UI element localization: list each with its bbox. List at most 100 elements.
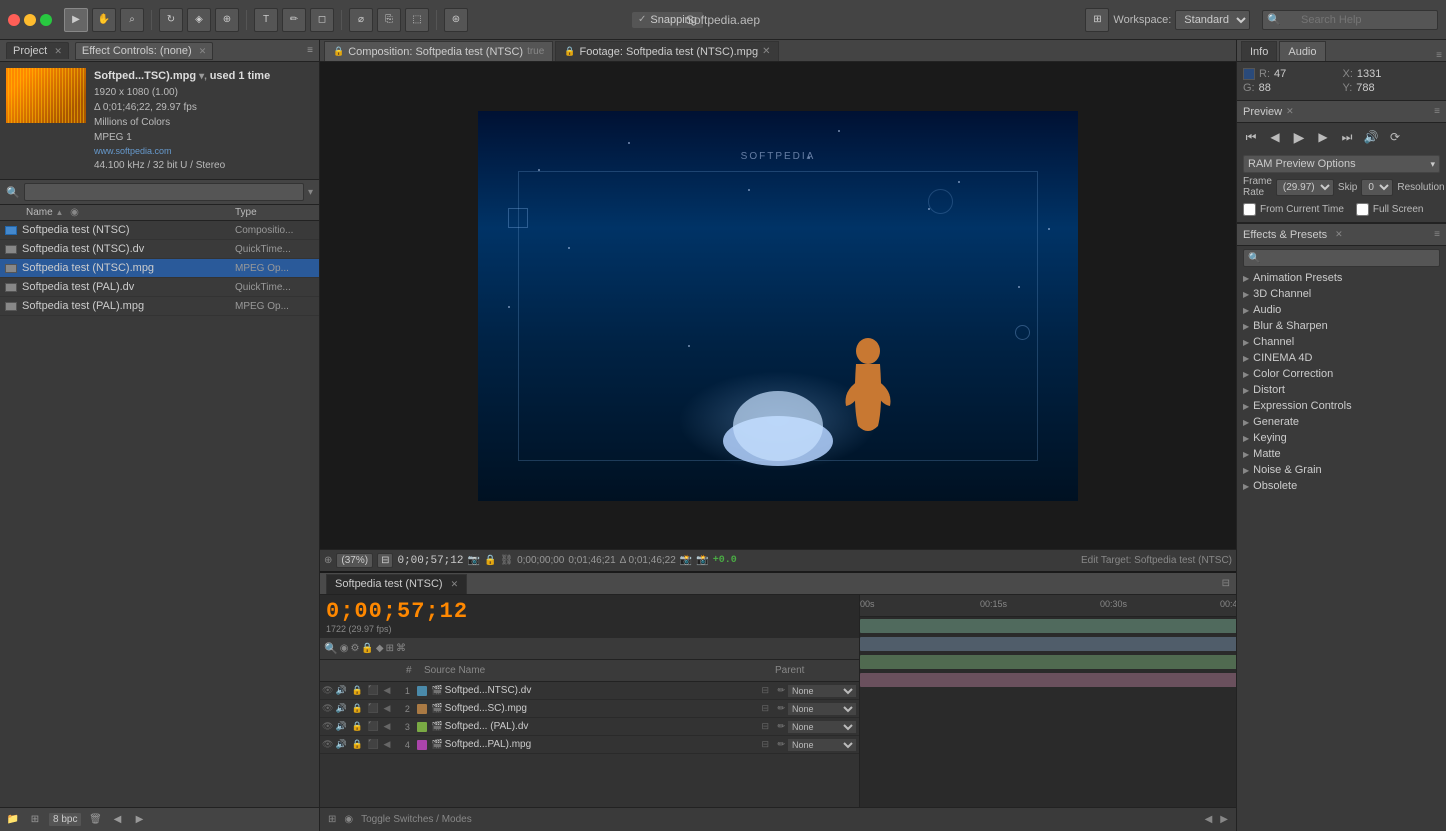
- layer-4-label-icon[interactable]: ◀: [383, 739, 397, 750]
- effects-category-matte[interactable]: ▶ Matte: [1237, 446, 1446, 462]
- skip-fwd-btn[interactable]: ⏭: [1337, 127, 1357, 147]
- layer-row-1[interactable]: 👁 🔊 🔒 ⬛ ◀ 1 🎬 Softped...NTSC).dv ⊟ ✏ Non…: [320, 682, 859, 700]
- comp-timeline-tab[interactable]: Softpedia test (NTSC) ✕: [326, 574, 467, 594]
- layer-1-lock-icon[interactable]: 🔒: [351, 685, 365, 696]
- timeline-tracks[interactable]: 00s 00:15s 00:30s 00:45s 01:00s 01:15s 0…: [860, 595, 1236, 807]
- effects-panel-menu[interactable]: ≡: [1434, 229, 1440, 240]
- effects-search-input[interactable]: [1264, 252, 1435, 264]
- layer-4-pen-icon[interactable]: ✏: [777, 739, 785, 750]
- audio-tab[interactable]: Audio: [1279, 41, 1325, 61]
- project-tab[interactable]: Project ✕: [6, 42, 69, 59]
- workspace-select[interactable]: Standard: [1175, 10, 1250, 30]
- effects-category-expression-controls[interactable]: ▶ Expression Controls: [1237, 398, 1446, 414]
- layer-4-audio-icon[interactable]: 🔊: [335, 739, 349, 750]
- effects-panel-close[interactable]: ✕: [1335, 229, 1343, 240]
- track-row-3[interactable]: [860, 653, 1236, 671]
- layer-2-parent-select[interactable]: None: [787, 702, 857, 716]
- effects-category-audio[interactable]: ▶ Audio: [1237, 302, 1446, 318]
- effects-category-channel[interactable]: ▶ Channel: [1237, 334, 1446, 350]
- footage-tab[interactable]: 🔒 Footage: Softpedia test (NTSC).mpg ✕: [555, 41, 779, 61]
- info-tab[interactable]: Info: [1241, 41, 1277, 61]
- effect-controls-tab[interactable]: Effect Controls: (none) ✕: [75, 42, 213, 60]
- layer-3-label-icon[interactable]: ◀: [383, 721, 397, 732]
- layer-3-lock-icon[interactable]: 🔒: [351, 721, 365, 732]
- comp-tab-close[interactable]: true: [527, 46, 544, 57]
- effects-category-noise-grain[interactable]: ▶ Noise & Grain: [1237, 462, 1446, 478]
- layer-row-2[interactable]: 👁 🔊 🔒 ⬛ ◀ 2 🎬 Softped...SC).mpg ⊟ ✏ None: [320, 700, 859, 718]
- next-page-btn[interactable]: ▶: [130, 811, 148, 829]
- timeline-switch-btn[interactable]: ⊞: [386, 643, 394, 654]
- info-panel-menu[interactable]: ≡: [1436, 50, 1442, 61]
- bpc-badge[interactable]: 8 bpc: [48, 812, 82, 827]
- layer-row-3[interactable]: 👁 🔊 🔒 ⬛ ◀ 3 🎬 Softped... (PAL).dv ⊟ ✏ No…: [320, 718, 859, 736]
- prev-frame-btn[interactable]: ◀: [1265, 127, 1285, 147]
- eraser-tool-btn[interactable]: ⬚: [405, 8, 429, 32]
- effect-controls-close[interactable]: ✕: [199, 46, 207, 56]
- timeline-expand-tracks-btn[interactable]: ▶: [1220, 814, 1228, 825]
- layer-3-pen-icon[interactable]: ✏: [777, 721, 785, 732]
- prev-page-btn[interactable]: ◀: [108, 811, 126, 829]
- viewer-timecode[interactable]: 0;00;57;12: [397, 555, 463, 567]
- timeline-collapse-btn[interactable]: ◀: [1205, 814, 1213, 825]
- layer-3-3d-icon[interactable]: ⬛: [367, 721, 381, 732]
- effects-category-3d-channel[interactable]: ▶ 3D Channel: [1237, 286, 1446, 302]
- play-btn[interactable]: ▶: [1289, 127, 1309, 147]
- layer-1-eye-icon[interactable]: 👁: [322, 685, 333, 696]
- close-window-btn[interactable]: [8, 14, 20, 26]
- layer-2-audio-icon[interactable]: 🔊: [335, 703, 349, 714]
- clone-tool-btn[interactable]: ⎘: [377, 8, 401, 32]
- new-composition-btn[interactable]: ⊞: [26, 811, 44, 829]
- viewer-camera-btn[interactable]: 📷: [467, 555, 479, 566]
- from-current-time-checkbox[interactable]: [1243, 203, 1256, 216]
- layer-2-eye-icon[interactable]: 👁: [322, 703, 333, 714]
- layer-1-3d-icon[interactable]: ⬛: [367, 685, 381, 696]
- layer-4-3d-icon[interactable]: ⬛: [367, 739, 381, 750]
- layer-4-switch-icon[interactable]: ⊟: [761, 739, 775, 750]
- skip-back-btn[interactable]: ⏮: [1241, 127, 1261, 147]
- hand-tool-btn[interactable]: ✋: [92, 8, 116, 32]
- rotate-tool-btn[interactable]: ↻: [159, 8, 183, 32]
- layer-4-lock-icon[interactable]: 🔒: [351, 739, 365, 750]
- ram-preview-btn[interactable]: RAM Preview Options ▾: [1243, 155, 1440, 173]
- effects-category-distort[interactable]: ▶ Distort: [1237, 382, 1446, 398]
- file-item-3[interactable]: Softpedia test (PAL).dv QuickTime...: [0, 278, 319, 297]
- project-panel-menu[interactable]: ≡: [307, 45, 313, 56]
- project-search-input[interactable]: [24, 183, 304, 201]
- timeline-solo-btn[interactable]: ◉: [340, 643, 349, 654]
- effects-category-keying[interactable]: ▶ Keying: [1237, 430, 1446, 446]
- layer-3-switch-icon[interactable]: ⊟: [761, 721, 775, 732]
- timeline-add-marker-btn[interactable]: ◆: [376, 643, 384, 654]
- skip-select[interactable]: 0: [1361, 179, 1393, 196]
- layer-3-audio-icon[interactable]: 🔊: [335, 721, 349, 732]
- timeline-motion-btn[interactable]: ⌘: [396, 643, 406, 654]
- layer-2-3d-icon[interactable]: ⬛: [367, 703, 381, 714]
- text-tool-btn[interactable]: T: [254, 8, 278, 32]
- selection-tool-btn[interactable]: ▶: [64, 8, 88, 32]
- track-row-1[interactable]: [860, 617, 1236, 635]
- layer-3-parent-select[interactable]: None: [787, 720, 857, 734]
- layer-1-label-icon[interactable]: ◀: [383, 685, 397, 696]
- effects-category-animation-presets[interactable]: ▶ Animation Presets: [1237, 270, 1446, 286]
- timecode-value[interactable]: 0;00;57;12: [326, 599, 853, 624]
- minimize-window-btn[interactable]: [24, 14, 36, 26]
- toggle-switches-label[interactable]: Toggle Switches / Modes: [361, 814, 472, 825]
- viewer-drag-btn[interactable]: ⊕: [324, 555, 332, 566]
- project-search-options[interactable]: ▾: [308, 187, 313, 198]
- maximize-window-btn[interactable]: [40, 14, 52, 26]
- layer-2-label-icon[interactable]: ◀: [383, 703, 397, 714]
- timeline-lock-btn[interactable]: 🔒: [361, 643, 373, 654]
- footage-tab-close[interactable]: ✕: [762, 46, 770, 57]
- effects-category-color-correction[interactable]: ▶ Color Correction: [1237, 366, 1446, 382]
- file-item-1[interactable]: Softpedia test (NTSC).dv QuickTime...: [0, 240, 319, 259]
- timeline-settings-btn[interactable]: ⚙: [350, 643, 359, 654]
- layer-2-lock-icon[interactable]: 🔒: [351, 703, 365, 714]
- camera-tool-btn[interactable]: ◈: [187, 8, 211, 32]
- effects-category-generate[interactable]: ▶ Generate: [1237, 414, 1446, 430]
- timeline-add-btn[interactable]: ⊞: [328, 814, 336, 825]
- puppet-tool-btn[interactable]: ⊛: [444, 8, 468, 32]
- pan-tool-btn[interactable]: ⊕: [215, 8, 239, 32]
- layer-row-4[interactable]: 👁 🔊 🔒 ⬛ ◀ 4 🎬 Softped...PAL).mpg ⊟ ✏ Non…: [320, 736, 859, 754]
- effects-category-blur-sharpen[interactable]: ▶ Blur & Sharpen: [1237, 318, 1446, 334]
- layer-4-eye-icon[interactable]: 👁: [322, 739, 333, 750]
- layer-2-switch-icon[interactable]: ⊟: [761, 703, 775, 714]
